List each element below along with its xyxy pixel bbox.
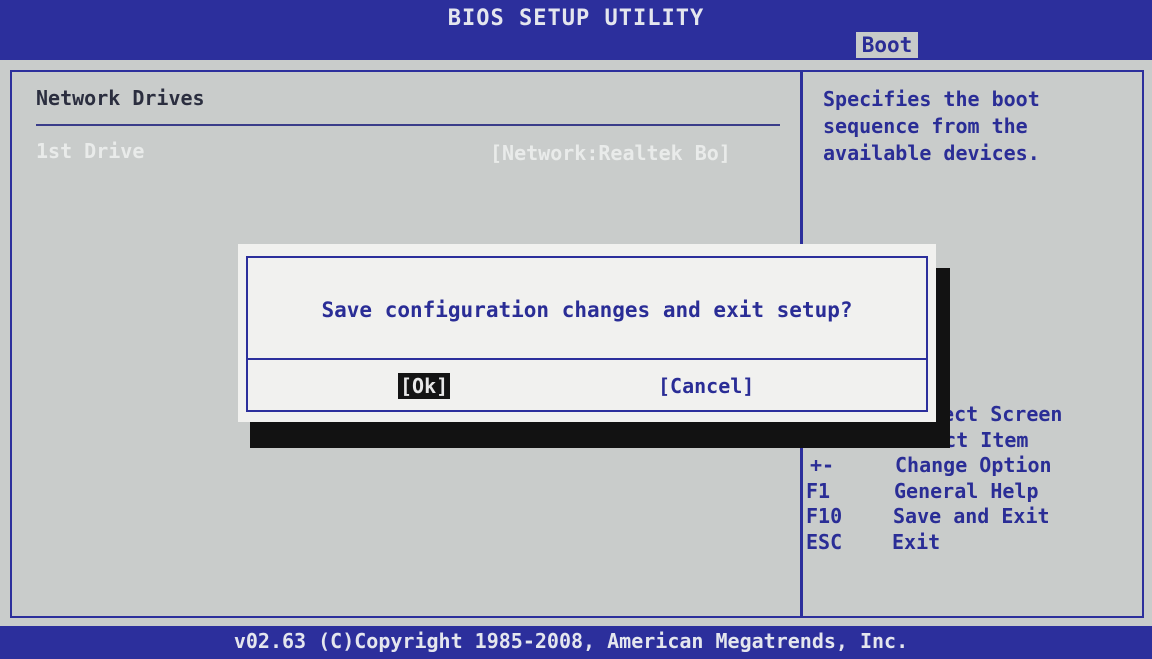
bios-screen: BIOS SETUP UTILITY Boot Network Drives 1… [0, 0, 1152, 659]
key-description: Save and Exit [893, 504, 1050, 528]
dialog-frame: Save configuration changes and exit setu… [246, 256, 928, 412]
key-description: Change Option [895, 453, 1052, 477]
tab-boot[interactable]: Boot [856, 32, 918, 58]
cancel-button[interactable]: [Cancel] [658, 373, 754, 399]
title-bar: BIOS SETUP UTILITY Boot [0, 0, 1152, 60]
dialog-message: Save configuration changes and exit setu… [321, 298, 853, 322]
help-text: Specifies the boot sequence from the ava… [823, 87, 1040, 165]
confirm-dialog: Save configuration changes and exit setu… [238, 244, 936, 422]
window-title: BIOS SETUP UTILITY [447, 6, 705, 31]
key-label: ESC [806, 529, 843, 554]
section-title: Network Drives [36, 86, 205, 110]
key-description: General Help [894, 478, 1039, 503]
dialog-separator [248, 358, 926, 360]
ok-button[interactable]: [Ok] [398, 373, 451, 399]
setting-value-1st-drive[interactable]: [Network:Realtek Bo] [490, 141, 731, 165]
footer-bar: v02.63 (C)Copyright 1985-2008, American … [0, 626, 1152, 659]
key-label: F1 [806, 478, 831, 503]
key-description: Exit [892, 529, 941, 554]
copyright-text: v02.63 (C)Copyright 1985-2008, American … [233, 629, 909, 653]
setting-label-1st-drive[interactable]: 1st Drive [36, 139, 144, 163]
key-label: F10 [806, 504, 843, 528]
key-label: +- [810, 453, 835, 477]
section-rule [36, 124, 780, 126]
